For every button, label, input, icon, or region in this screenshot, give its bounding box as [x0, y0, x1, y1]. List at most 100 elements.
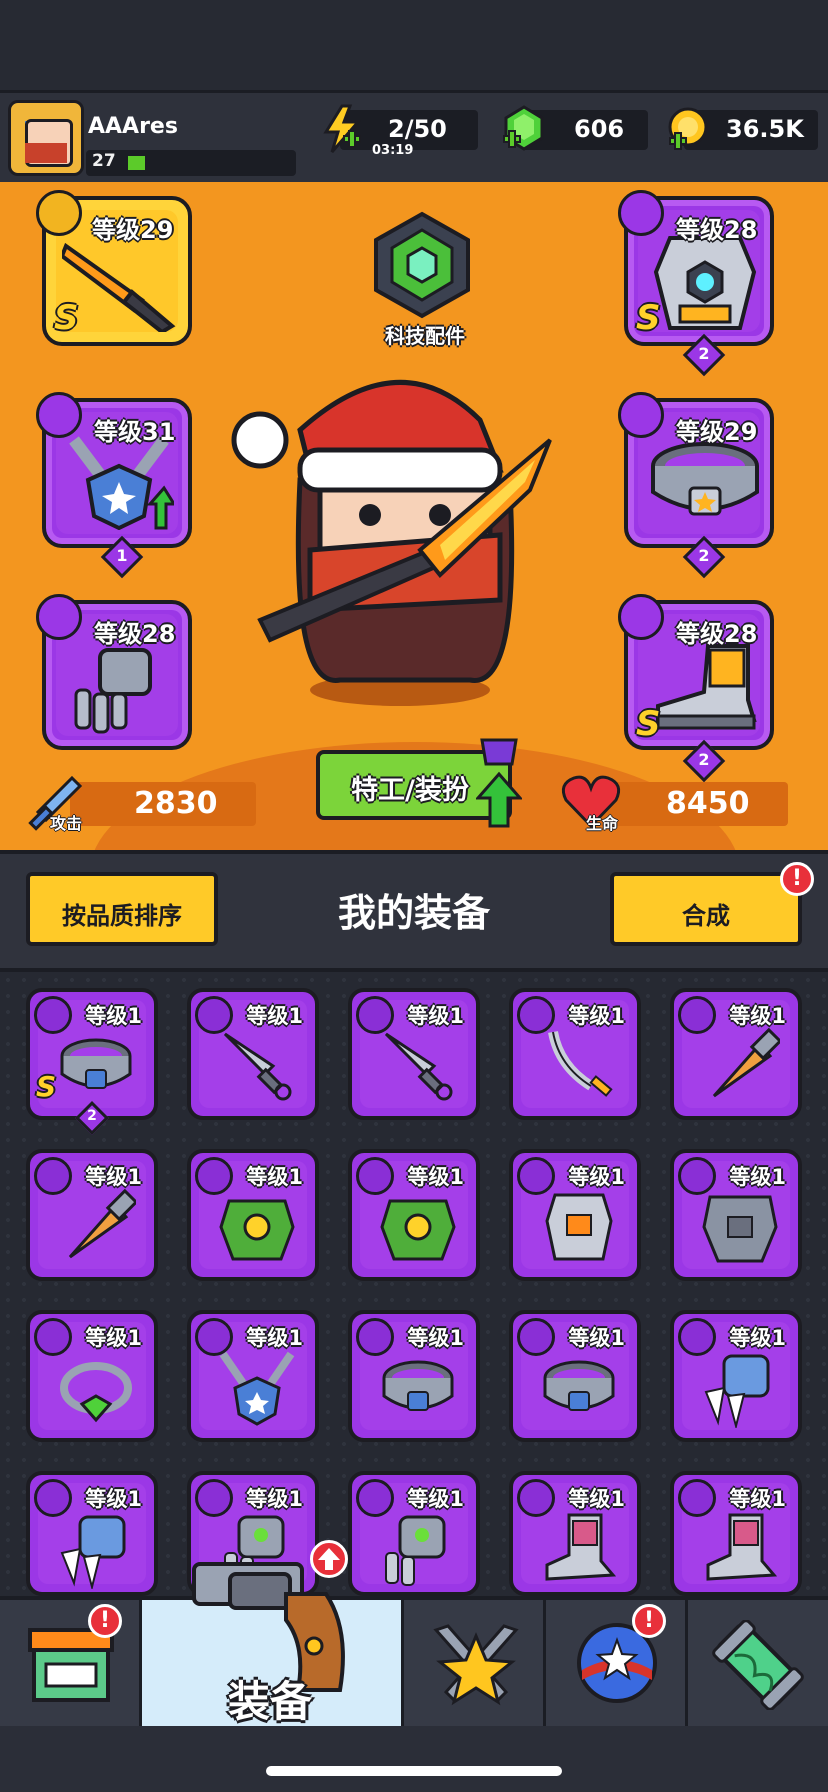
item-level: 等级1 [85, 1165, 142, 1189]
plate-armor-icon [702, 1195, 778, 1263]
armor-icon [653, 236, 757, 330]
coin-value: 36.5K [726, 115, 804, 143]
item-level: 等级1 [85, 1004, 142, 1028]
armor-stars: 2 [698, 344, 710, 363]
talents-alert-badge: ! [632, 1604, 666, 1638]
claw-glove-icon [60, 1515, 126, 1589]
merge-label: 合成 [682, 902, 730, 930]
boot-icon [545, 1513, 617, 1581]
gloves-type-icon [36, 594, 82, 640]
gold-coin-icon [668, 107, 708, 150]
kunai-icon [223, 1032, 292, 1101]
item-level: 等级1 [246, 1326, 303, 1350]
gloves-icon [74, 648, 152, 734]
inventory-item[interactable]: 等级1 [187, 988, 319, 1120]
sort-by-quality-button[interactable]: 按品质排序 [26, 872, 218, 946]
gem-ring-icon [60, 1362, 132, 1423]
inventory-item[interactable]: 等级1 [348, 988, 480, 1120]
item-stars: 2 [87, 1108, 97, 1124]
upgrade-arrow-icon [476, 738, 522, 828]
attack-label: 攻击 [50, 814, 83, 833]
inventory-item[interactable]: 等级1 [348, 1471, 480, 1596]
item-level: 等级1 [246, 1165, 303, 1189]
energy-bolt-icon [323, 104, 362, 153]
weapon-level: 等级29 [92, 216, 174, 244]
inventory-item[interactable]: 等级1 [26, 1310, 158, 1442]
inventory-item[interactable]: 等级1 [348, 1310, 480, 1442]
tech-parts-icon[interactable] [368, 210, 476, 320]
item-level: 等级1 [246, 1004, 303, 1028]
home-indicator [266, 1766, 562, 1776]
belt-icon [651, 442, 759, 516]
inventory-item[interactable]: 等级1 [670, 988, 802, 1120]
belt-icon [382, 1360, 454, 1411]
necklace-icon [219, 1351, 295, 1426]
equipment-upgrade-badge [310, 1540, 348, 1578]
character-sprite[interactable] [230, 360, 590, 720]
item-level: 等级1 [729, 1487, 786, 1511]
item-level: 等级1 [246, 1487, 303, 1511]
xp-fill [128, 156, 145, 170]
inventory-item[interactable]: 等级1 [509, 988, 641, 1120]
inventory-item[interactable]: 等级1 [187, 1149, 319, 1281]
shop-alert-badge: ! [88, 1604, 122, 1638]
leaf-armor-icon [380, 1199, 456, 1261]
gloves-level: 等级28 [94, 620, 176, 648]
energy-timer: 03:19 [372, 143, 414, 158]
inventory-item[interactable]: 等级1 [670, 1149, 802, 1281]
inventory-item[interactable]: 等级1 [26, 1471, 158, 1596]
item-level: 等级1 [568, 1487, 625, 1511]
inventory-item[interactable]: 等级1 [670, 1471, 802, 1596]
tech-parts-label: 科技配件 [385, 324, 465, 348]
green-gem-icon [503, 105, 544, 151]
item-level: 等级1 [85, 1326, 142, 1350]
item-rarity: S [36, 1070, 57, 1103]
drill-icon [68, 1188, 136, 1259]
player-level: 27 [92, 151, 116, 171]
boots-stars: 2 [698, 750, 710, 769]
merge-alert-badge: ! [780, 862, 814, 896]
boots-level: 等级28 [676, 620, 758, 648]
item-level: 等级1 [568, 1165, 625, 1189]
weapon-type-icon [36, 190, 82, 236]
item-level: 等级1 [407, 1326, 464, 1350]
item-level: 等级1 [729, 1165, 786, 1189]
inventory-item[interactable]: 等级1 [509, 1471, 641, 1596]
avatar[interactable] [8, 100, 84, 176]
necklace-level: 等级31 [94, 418, 176, 446]
player-name: AAAres [88, 114, 178, 139]
inventory-item[interactable]: 等级1 [509, 1310, 641, 1442]
inventory-item[interactable]: 等级1 [509, 1149, 641, 1281]
item-level: 等级1 [729, 1004, 786, 1028]
gem-value: 606 [574, 115, 625, 143]
merge-button[interactable]: 合成 [610, 872, 802, 946]
energy-value: 2/50 [388, 115, 447, 143]
vest-armor-icon [545, 1193, 613, 1261]
necklace-stars: 1 [116, 546, 128, 565]
agent-outfit-label: 特工/装扮 [351, 775, 469, 806]
section-title: 我的装备 [337, 891, 490, 935]
inventory-item[interactable]: 等级1 [670, 1310, 802, 1442]
belt-icon [60, 1038, 132, 1089]
item-level: 等级1 [568, 1004, 625, 1028]
health-value: 8450 [666, 786, 750, 821]
item-level: 等级1 [407, 1004, 464, 1028]
claw-glove-icon [704, 1354, 770, 1428]
inventory-item[interactable]: 等级1 [348, 1149, 480, 1281]
katana-icon [548, 1030, 613, 1097]
mech-glove-icon [385, 1515, 446, 1586]
sort-by-quality-label: 按品质排序 [62, 902, 182, 930]
armor-rarity: S [636, 298, 661, 338]
boots-icon [656, 644, 757, 730]
up-arrow-icon [318, 1548, 340, 1570]
inventory-item[interactable]: 等级1 [26, 1149, 158, 1281]
armor-level: 等级28 [676, 216, 758, 244]
leaf-armor-icon [219, 1199, 295, 1261]
boot-icon [706, 1513, 778, 1581]
inventory-item[interactable]: 等级1 [187, 1310, 319, 1442]
item-level: 等级1 [729, 1326, 786, 1350]
item-level: 等级1 [568, 1326, 625, 1350]
armor-type-icon [618, 190, 664, 236]
boots-type-icon [618, 594, 664, 640]
sword-icon [62, 242, 176, 332]
